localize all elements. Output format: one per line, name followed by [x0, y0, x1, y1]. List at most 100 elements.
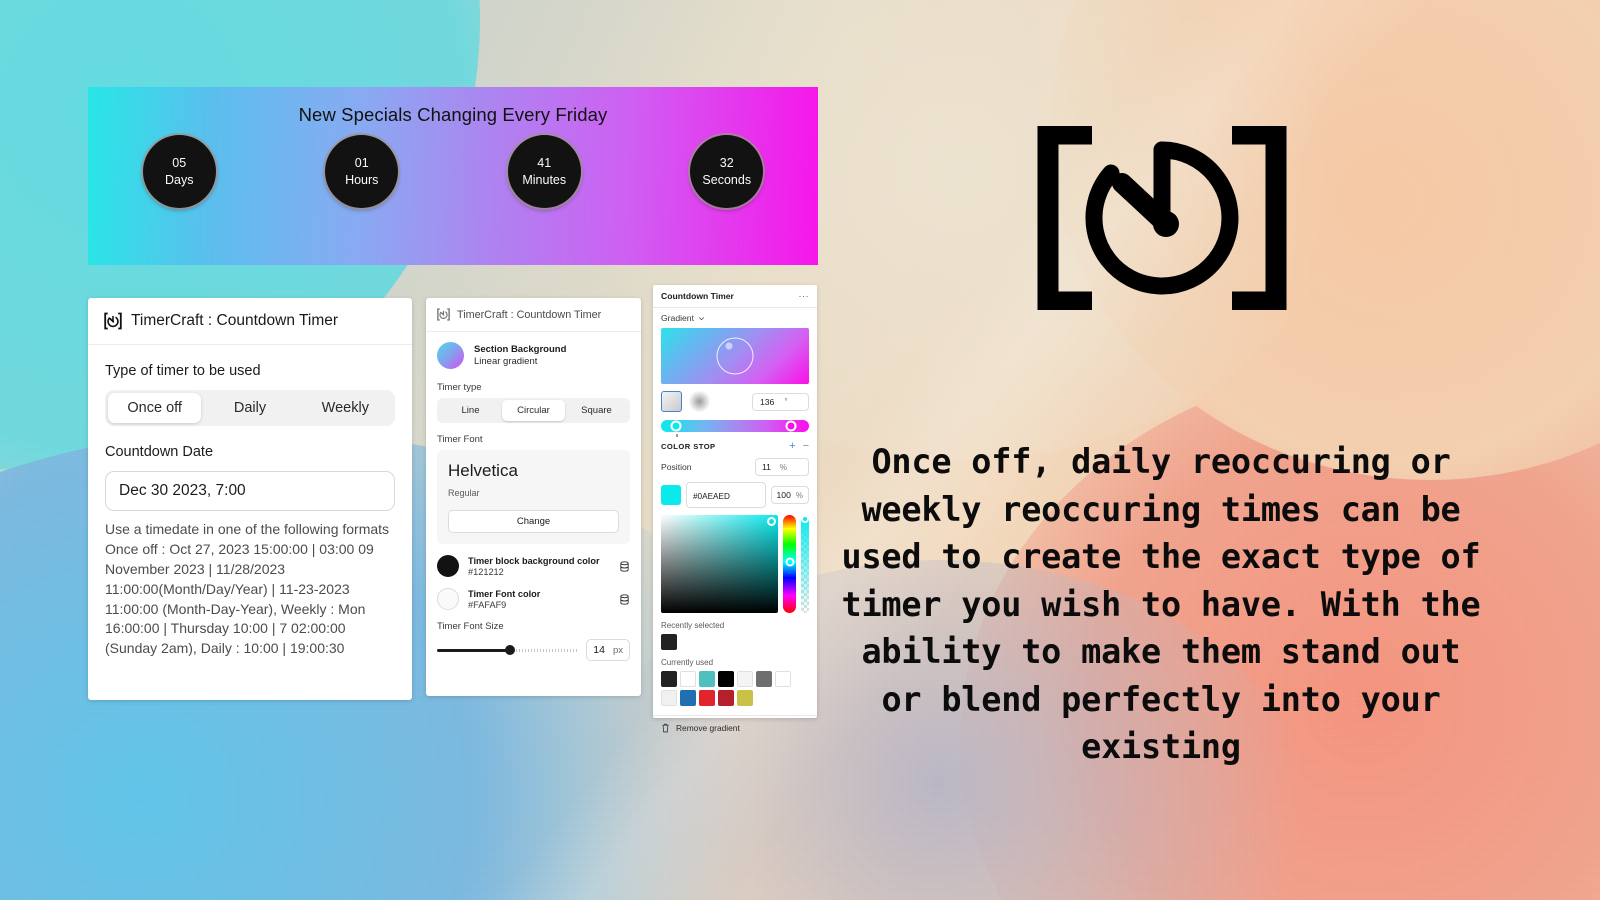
timer-bracket-icon	[437, 308, 450, 321]
countdown-unit-hours: 01 Hours	[325, 135, 399, 208]
timer-style-panel: TimerCraft : Countdown Timer Section Bac…	[426, 298, 641, 696]
timer-font-color-value: #FAFAF9	[468, 599, 507, 610]
gradient-stop-bar[interactable]	[661, 420, 809, 437]
remove-color-stop-icon[interactable]: −	[803, 441, 809, 452]
timer-type-segmented-control[interactable]: Once off Daily Weekly	[105, 390, 395, 426]
timer-font-color-swatch[interactable]	[437, 588, 459, 610]
timer-font-color-label: Timer Font color	[468, 588, 541, 599]
days-value: 05	[172, 155, 187, 170]
alpha-slider-knob[interactable]	[801, 514, 809, 523]
timer-font-color-row[interactable]: Timer Font color #FAFAF9	[437, 588, 630, 610]
timer-block-background-swatch[interactable]	[437, 555, 459, 577]
gradient-preview[interactable]	[661, 328, 809, 384]
swatch[interactable]	[718, 690, 734, 706]
color-stop-swatch[interactable]	[661, 485, 681, 505]
database-icon[interactable]	[619, 593, 630, 605]
minutes-value: 41	[537, 155, 552, 170]
timer-shape-segmented-control[interactable]: Line Circular Square	[437, 398, 630, 423]
timer-type-label: Type of timer to be used	[105, 363, 261, 379]
countdown-banner: New Specials Changing Every Friday 05 Da…	[88, 87, 818, 265]
more-options-icon[interactable]: ···	[799, 291, 810, 301]
gradient-angle-field[interactable]: 136 °	[752, 392, 809, 411]
timer-type-option-once-off[interactable]: Once off	[108, 393, 202, 423]
gradient-panel-header: Countdown Timer ···	[653, 285, 817, 308]
timer-shape-option-square[interactable]: Square	[565, 400, 628, 421]
remove-gradient-label: Remove gradient	[676, 723, 740, 733]
swatch[interactable]	[680, 690, 696, 706]
gradient-angle-unit: °	[784, 397, 788, 406]
hue-slider[interactable]	[783, 515, 796, 613]
section-background-swatch[interactable]	[437, 342, 464, 369]
minutes-label: Minutes	[522, 173, 567, 187]
countdown-unit-seconds: 32 Seconds	[690, 135, 764, 208]
gradient-type-radial-button[interactable]	[689, 391, 710, 412]
fill-type-value: Gradient	[661, 313, 694, 323]
days-label: Days	[165, 173, 194, 187]
timer-bracket-icon	[104, 312, 122, 330]
panel-mid-header: TimerCraft : Countdown Timer	[426, 298, 641, 332]
change-font-button[interactable]: Change	[448, 510, 619, 533]
timer-font-size-slider[interactable]	[437, 643, 578, 657]
swatch[interactable]	[737, 690, 753, 706]
swatch[interactable]	[775, 671, 791, 687]
chevron-down-icon	[698, 316, 705, 320]
countdown-date-input[interactable]	[105, 471, 395, 511]
alpha-slider[interactable]	[801, 514, 809, 613]
timer-shape-option-circular[interactable]: Circular	[502, 400, 565, 421]
countdown-unit-minutes: 41 Minutes	[507, 135, 581, 208]
alpha-unit: %	[795, 490, 803, 500]
timer-font-size-field[interactable]: 14 px	[586, 639, 630, 661]
hue-slider-knob[interactable]	[785, 557, 794, 567]
swatch[interactable]	[680, 671, 696, 687]
gradient-picker-panel: Countdown Timer ··· Gradient 136 ° COLOR…	[653, 285, 817, 733]
trash-icon	[662, 723, 669, 733]
saturation-value-knob[interactable]	[767, 517, 776, 526]
timer-font-size-label: Timer Font Size	[437, 621, 504, 632]
swatch[interactable]	[661, 634, 677, 650]
position-field[interactable]: 11 %	[755, 458, 809, 476]
gradient-stop-handle-1[interactable]	[670, 420, 682, 432]
recently-selected-label: Recently selected	[661, 621, 725, 630]
timer-font-size-value: 14	[593, 644, 605, 656]
swatch[interactable]	[737, 671, 753, 687]
countdown-units: 05 Days 01 Hours 41 Minutes 32 Seconds	[88, 135, 818, 208]
timer-shape-option-line[interactable]: Line	[439, 400, 502, 421]
countdown-date-label: Countdown Date	[105, 444, 214, 460]
gradient-stop-handle-2[interactable]	[785, 420, 797, 432]
position-value: 11	[762, 462, 771, 472]
swatch[interactable]	[756, 671, 772, 687]
timer-font-label: Timer Font	[437, 434, 483, 445]
swatch[interactable]	[661, 690, 677, 706]
timer-font-size-slider-knob[interactable]	[504, 645, 515, 655]
timer-block-background-color-row[interactable]: Timer block background color #121212	[437, 555, 630, 577]
seconds-value: 32	[719, 155, 734, 170]
panel-left-header: TimerCraft : Countdown Timer	[88, 298, 412, 345]
font-name: Helvetica	[448, 461, 518, 480]
gradient-panel-title: Countdown Timer	[661, 291, 734, 301]
remove-gradient-button[interactable]: Remove gradient	[653, 715, 817, 740]
database-icon[interactable]	[619, 560, 630, 572]
swatch[interactable]	[718, 671, 734, 687]
swatch[interactable]	[699, 671, 715, 687]
section-background-subtitle: Linear gradient	[474, 356, 538, 367]
hours-label: Hours	[345, 173, 379, 187]
timer-type-option-daily[interactable]: Daily	[203, 393, 296, 423]
timer-bracket-logo	[1037, 126, 1287, 310]
swatch[interactable]	[661, 671, 677, 687]
hex-value: #0AEAED	[693, 492, 730, 501]
gradient-type-linear-button[interactable]	[661, 391, 682, 412]
saturation-value-area[interactable]	[661, 515, 778, 613]
add-color-stop-icon[interactable]: +	[789, 441, 795, 452]
currently-used-swatches	[661, 671, 809, 706]
marketing-copy: Once off, daily reoccuring or weekly reo…	[841, 442, 1481, 767]
alpha-field[interactable]: 100 %	[770, 486, 809, 504]
alpha-value: 100	[776, 490, 791, 500]
gradient-direction-ring[interactable]	[716, 337, 754, 375]
section-background-row[interactable]: Section Background Linear gradient	[437, 342, 630, 369]
swatch[interactable]	[699, 690, 715, 706]
timer-type-label-mid: Timer type	[437, 382, 482, 393]
currently-used-label: Currently used	[661, 658, 714, 667]
timer-type-option-weekly[interactable]: Weekly	[299, 393, 392, 423]
fill-type-dropdown[interactable]: Gradient	[661, 313, 809, 323]
hex-field[interactable]: #0AEAED	[686, 482, 766, 508]
